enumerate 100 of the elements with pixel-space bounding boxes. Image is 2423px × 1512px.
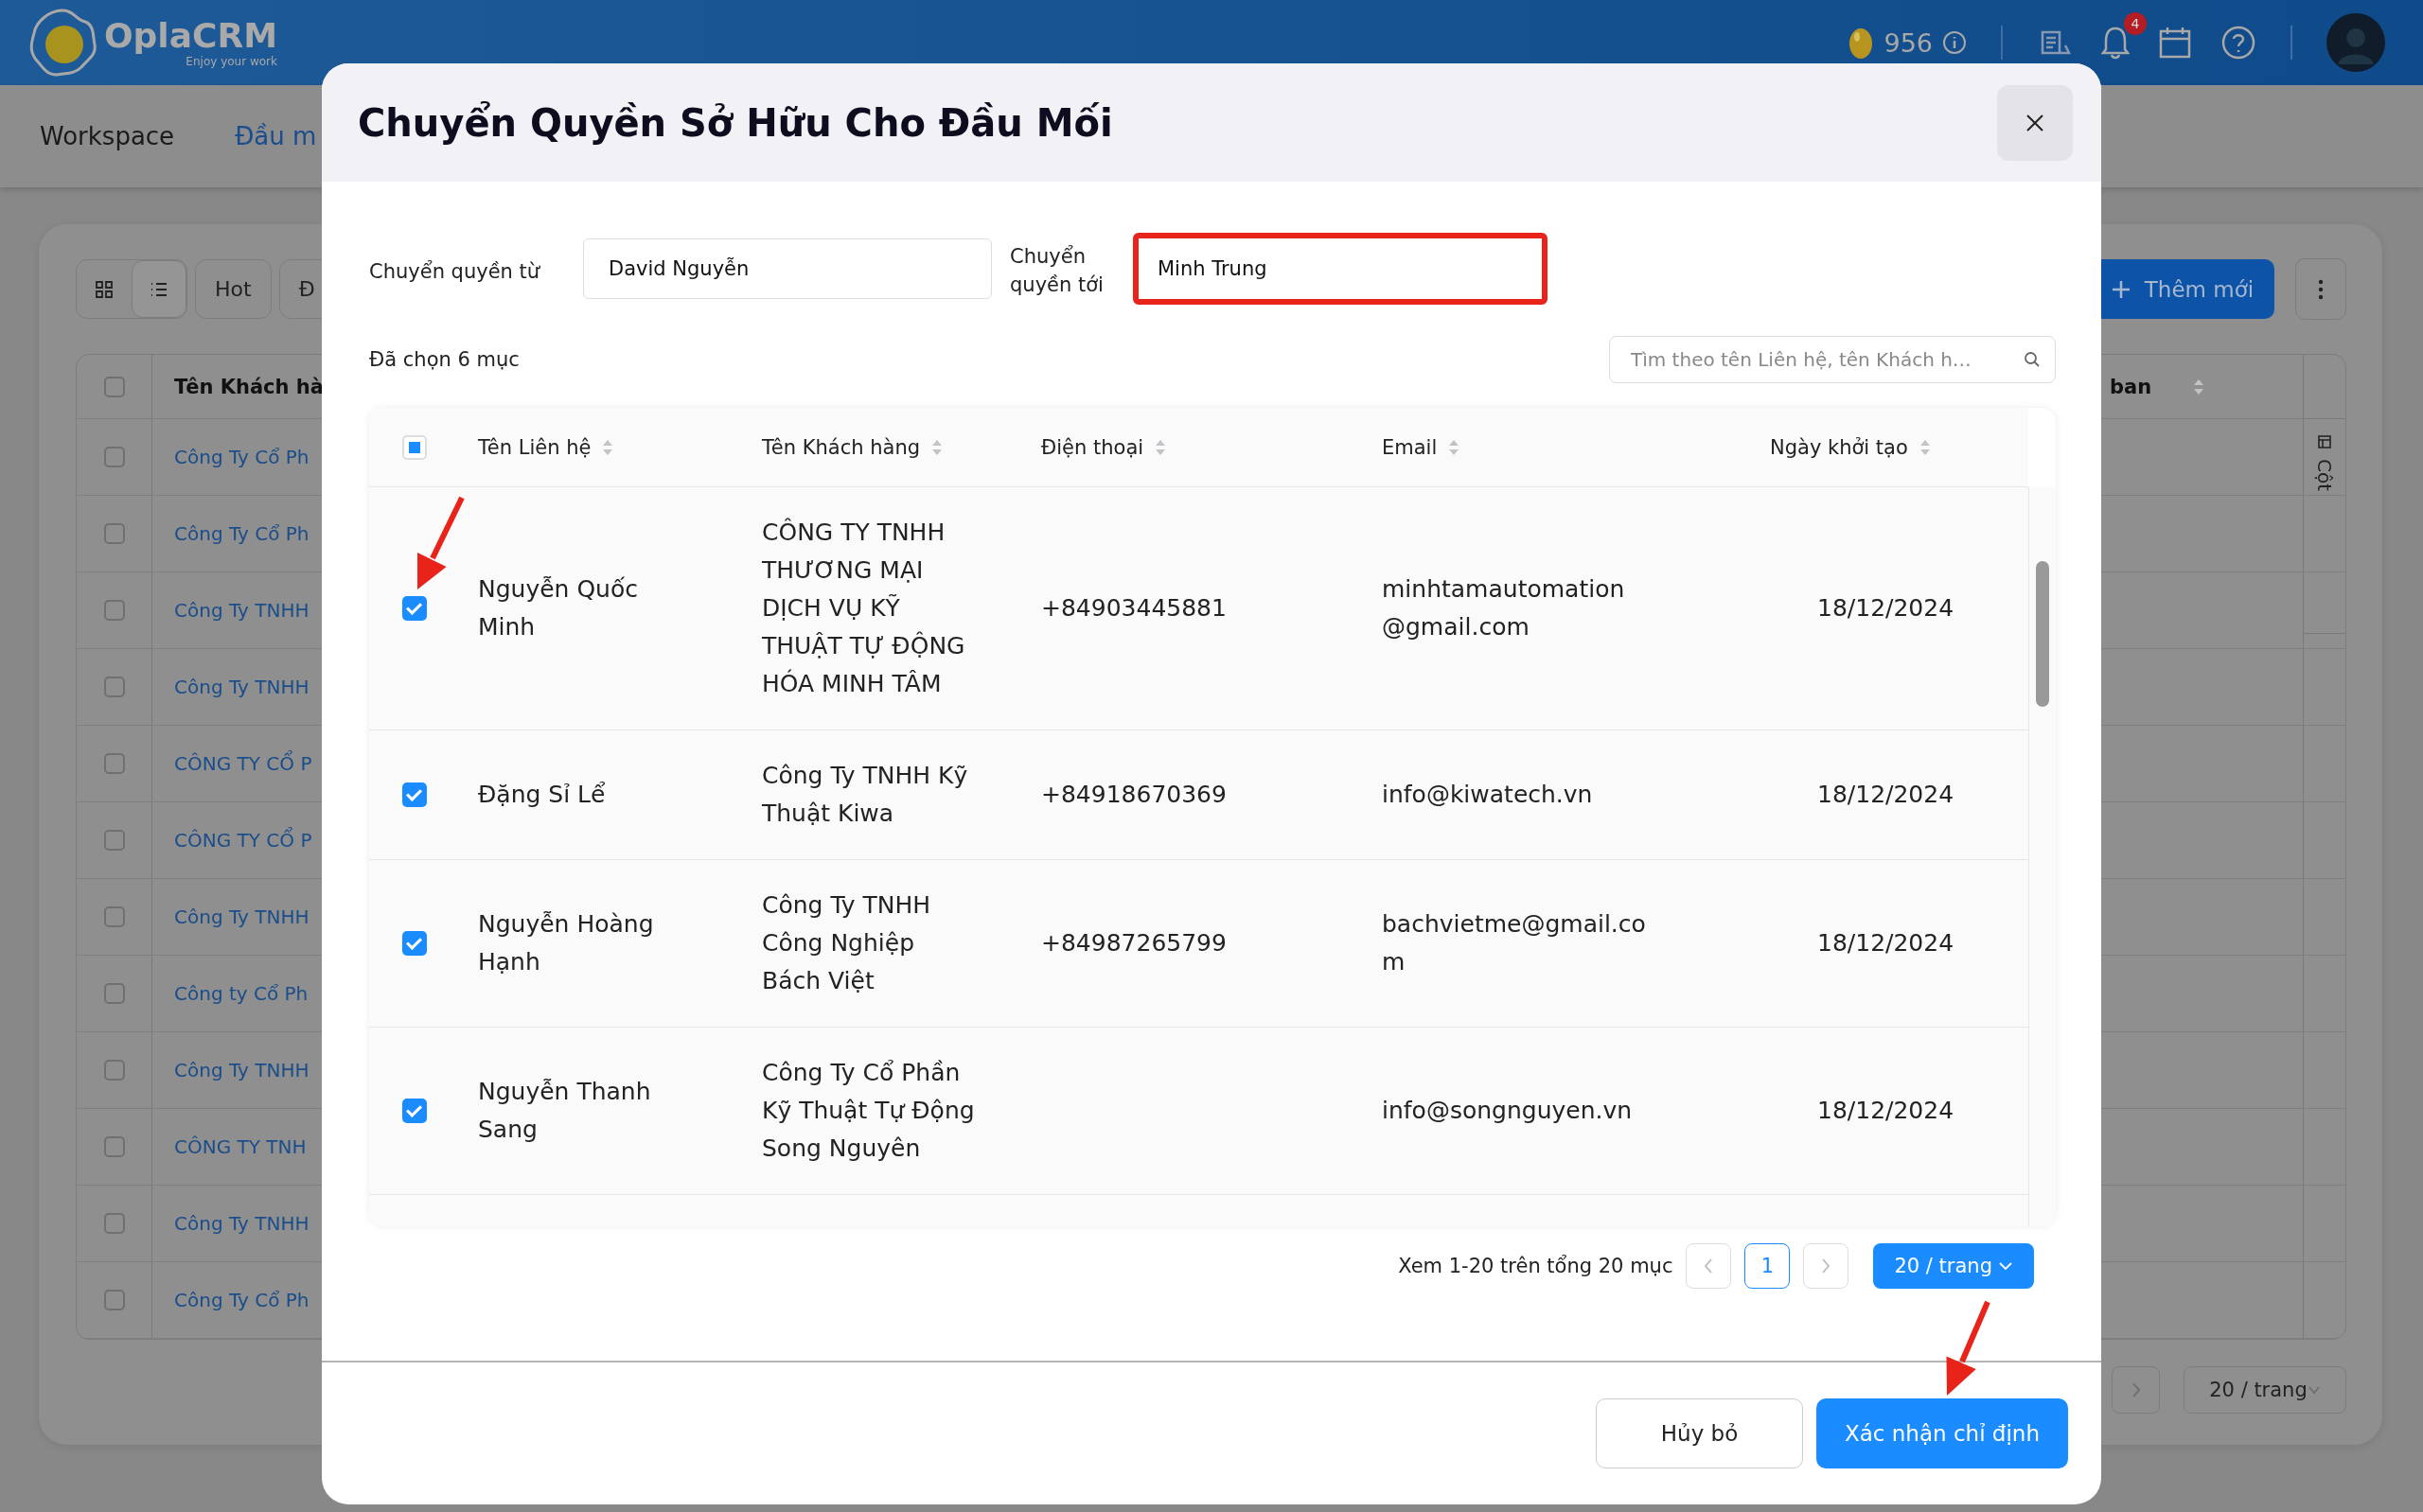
- dialog-title: Chuyển Quyền Sở Hữu Cho Đầu Mối: [358, 100, 1113, 145]
- page-button[interactable]: 1: [1744, 1243, 1791, 1289]
- table-cell-text: +84903445881: [1040, 593, 1228, 624]
- chevron-right-icon: [2131, 1381, 2141, 1398]
- nav-tab[interactable]: Đầu m: [235, 122, 317, 150]
- table-cell-text: Nguyễn Thanh Sang: [477, 1077, 652, 1145]
- close-button[interactable]: [1997, 84, 2073, 161]
- vertical-dots-icon: [2318, 278, 2324, 300]
- customer-link[interactable]: CÔNG TY CỔ P: [151, 801, 323, 878]
- checkbox[interactable]: [103, 1212, 125, 1234]
- field-label: Chuyển quyền từ: [369, 259, 541, 285]
- table-cell-text: Công Ty TNHH Công Nghiệp Bách Việt: [761, 890, 932, 996]
- scrollbar-thumb[interactable]: [2036, 561, 2049, 707]
- customer-link[interactable]: Công Ty TNHH: [151, 1031, 323, 1108]
- table-cell-text: info@songnguyen.vn: [1381, 1096, 1634, 1126]
- page-size-select[interactable]: 20 / trang: [1873, 1243, 2034, 1289]
- column-header: ban: [2110, 375, 2152, 398]
- customer-link[interactable]: CÔNG TY TNH: [151, 1108, 323, 1185]
- field-label: Chuyển quyền tới: [1010, 244, 1105, 298]
- info-icon[interactable]: [1942, 30, 1967, 55]
- nav-tab[interactable]: Workspace: [40, 122, 175, 150]
- notification-badge: 4: [2124, 12, 2147, 35]
- column-header: Tên Khách hà: [173, 374, 323, 400]
- table-cell-text: Nguyễn Hoàng Hạnh: [477, 909, 655, 977]
- customer-link[interactable]: Công Ty TNHH: [151, 1185, 323, 1261]
- previous-page-button[interactable]: [1686, 1243, 1732, 1289]
- selection-count: Đã chọn 6 mục: [369, 348, 520, 371]
- checkbox[interactable]: [103, 676, 125, 697]
- logo-name: OplaCRM: [104, 17, 277, 55]
- search-icon[interactable]: [2024, 351, 2041, 368]
- more-button[interactable]: [2295, 258, 2346, 320]
- table-cell-text: bachvietme@gmail.com: [1381, 909, 1647, 977]
- chevron-left-icon: [1704, 1257, 1714, 1275]
- table-cell-text: minhtamautomation@gmail.com: [1381, 574, 1626, 642]
- table-cell-text: info@kiwatech.vn: [1381, 780, 1594, 810]
- customer-link[interactable]: Công Ty TNHH: [151, 571, 323, 648]
- table-cell-text: 18/12/2024: [1816, 1096, 1955, 1126]
- checkbox[interactable]: [103, 1135, 125, 1157]
- checkbox[interactable]: [401, 1099, 427, 1123]
- confirm-button[interactable]: Xác nhận chỉ định: [1816, 1398, 2068, 1468]
- checkbox[interactable]: [103, 522, 125, 544]
- column-header: Email: [1382, 435, 1438, 459]
- column-header: Tên Khách hàng: [762, 435, 921, 459]
- table-cell-text: 18/12/2024: [1816, 593, 1955, 624]
- list-view-button[interactable]: [132, 260, 186, 318]
- customer-link[interactable]: Công ty Cổ Ph: [151, 955, 323, 1031]
- chevron-down-icon: [2307, 1385, 2321, 1395]
- column-header: Điện thoại: [1041, 435, 1144, 459]
- checkbox[interactable]: [103, 982, 125, 1004]
- columns-panel-tab[interactable]: Cột: [2304, 419, 2345, 634]
- input-field[interactable]: David Nguyễn: [583, 238, 992, 299]
- egg-coin-icon: [1848, 26, 1875, 60]
- page-size-select[interactable]: 20 / trang: [2184, 1366, 2346, 1414]
- grid-icon: [95, 279, 114, 299]
- column-header: Ngày khởi tạo: [1770, 435, 1908, 459]
- logo-tagline: Enjoy your work: [186, 55, 277, 68]
- table-cell-text: CÔNG TY TNHH THƯƠNG MẠI DỊCH VỤ KỸ THUẬT TỰ ĐỘNG HÓA MINH TÂM: [761, 517, 966, 699]
- table-cell-text: Đặng Sỉ Lể: [477, 780, 607, 810]
- next-page-button[interactable]: [2112, 1366, 2160, 1414]
- customer-link[interactable]: Công Ty TNHH: [151, 648, 323, 725]
- cancel-button[interactable]: Hủy bỏ: [1596, 1398, 1803, 1468]
- customer-link[interactable]: Công Ty TNHH: [151, 878, 323, 955]
- table-cell-text: 18/12/2024: [1816, 780, 1955, 810]
- pagination-summary: Xem 1-20 trên tổng 20 mục: [1398, 1255, 1673, 1277]
- calendar-icon[interactable]: [2158, 26, 2192, 60]
- checkbox[interactable]: [103, 376, 125, 397]
- table-cell-text: +84987265799: [1040, 928, 1228, 958]
- table-cell-text: Nguyễn Quốc Minh: [477, 574, 639, 642]
- columns-label: Cột: [2313, 459, 2336, 492]
- search-field[interactable]: Tìm theo tên Liên hệ, tên Khách h…: [1609, 336, 2056, 383]
- checkbox[interactable]: [103, 829, 125, 851]
- checkbox[interactable]: [103, 1059, 125, 1081]
- table-cell-text: Công Ty TNHH Kỹ Thuật Kiwa: [761, 761, 969, 829]
- checkbox[interactable]: [103, 905, 125, 927]
- checkbox[interactable]: [401, 782, 427, 807]
- customer-link[interactable]: CÔNG TY CỔ P: [151, 725, 323, 801]
- table-cell-text: Công Ty Cổ Phần Kỹ Thuật Tự Động Song Nguyên: [761, 1058, 976, 1164]
- customer-link[interactable]: Công Ty Cổ Ph: [151, 495, 323, 571]
- list-icon: [150, 280, 168, 298]
- checkbox[interactable]: [401, 931, 427, 956]
- avatar[interactable]: [2326, 13, 2385, 72]
- bell-icon[interactable]: [2101, 26, 2130, 60]
- checkbox[interactable]: [103, 599, 125, 621]
- help-icon[interactable]: [2220, 25, 2256, 61]
- input-field[interactable]: Minh Trung: [1133, 233, 1548, 305]
- filter-button[interactable]: Hot: [195, 259, 272, 319]
- column-header: Tên Liên hệ: [478, 435, 592, 459]
- table-cell-text: +84918670369: [1040, 780, 1228, 810]
- checkbox[interactable]: [103, 446, 125, 467]
- coin-count: 956: [1884, 27, 1933, 58]
- plus-icon: [2110, 278, 2131, 300]
- checkbox[interactable]: [103, 752, 125, 774]
- chevron-down-icon: [1998, 1261, 2013, 1271]
- checkbox[interactable]: [401, 596, 427, 621]
- checkbox[interactable]: [103, 1289, 125, 1310]
- select-all-checkbox[interactable]: [401, 434, 427, 460]
- table-icon: [2317, 434, 2332, 449]
- table-cell-text: 18/12/2024: [1816, 928, 1955, 958]
- customer-link[interactable]: Công Ty Cổ Ph: [151, 1261, 323, 1338]
- customer-link[interactable]: Công Ty Cổ Ph: [151, 418, 323, 495]
